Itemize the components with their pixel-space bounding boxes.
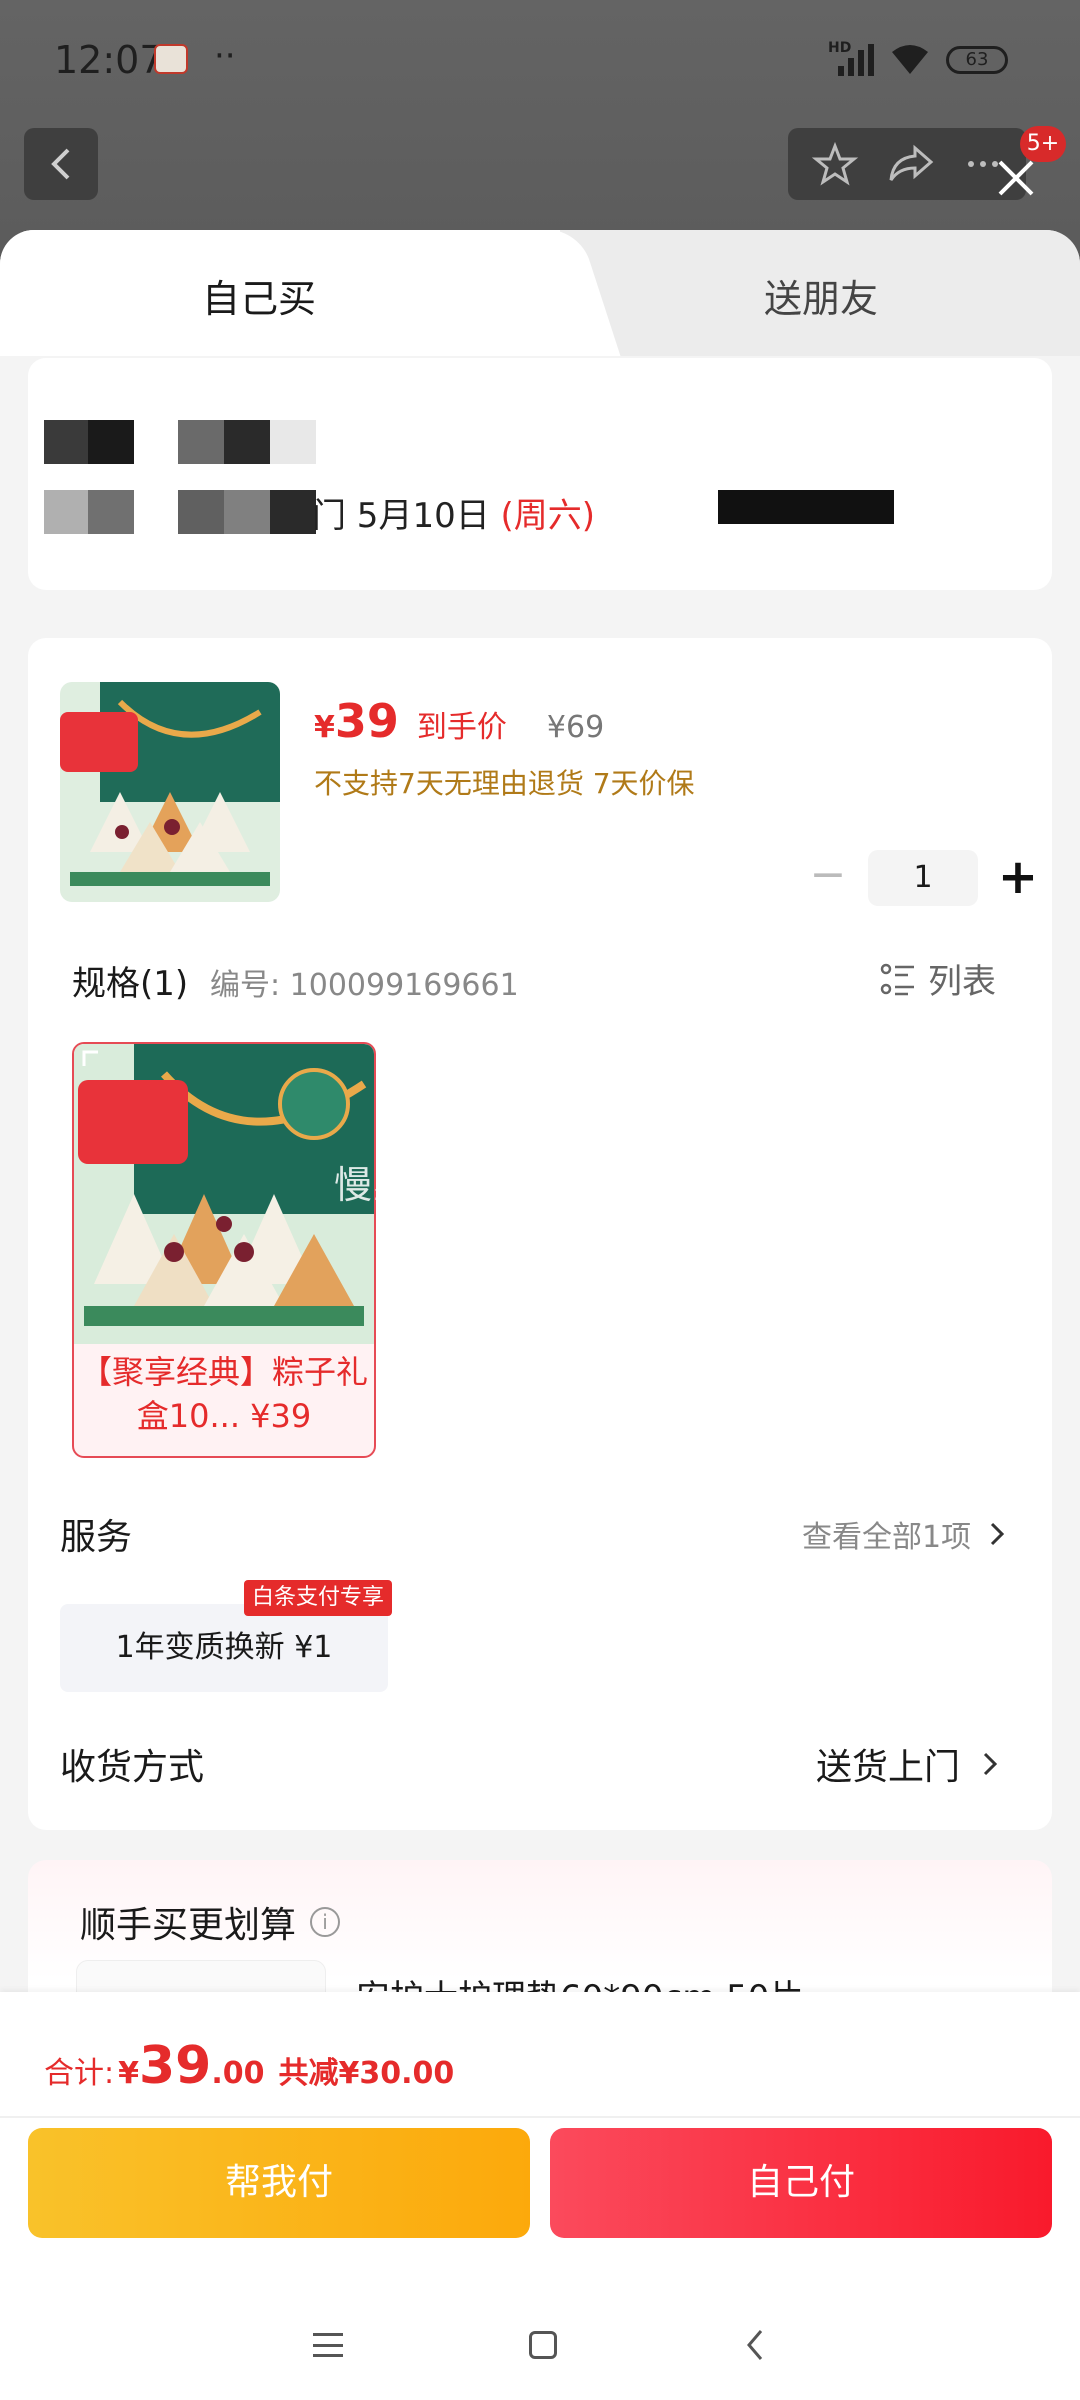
signal-icon: [838, 42, 878, 76]
total-discount: 共减¥30.00: [278, 2056, 455, 2091]
quantity-stepper: − 1 +: [798, 850, 1048, 906]
service-option-chip[interactable]: 1年变质换新 ¥1: [60, 1604, 388, 1692]
user-watermark: 慢星人6973761R1: [334, 1163, 680, 1207]
price-row: ¥ 39 到手价 ¥69: [314, 694, 604, 748]
ask-friend-pay-button[interactable]: 帮我付: [28, 2128, 530, 2238]
share-icon[interactable]: [885, 140, 937, 188]
increase-quantity-button[interactable]: +: [988, 850, 1048, 906]
product-card: ¥ 39 到手价 ¥69 不支持7天无理由退货 7天价保 − 1 + 规格(1)…: [28, 638, 1052, 1830]
list-view-label: 列表: [928, 962, 996, 1002]
back-button[interactable]: [24, 128, 98, 200]
home-icon[interactable]: [529, 2331, 557, 2359]
chevron-right-icon: [991, 1522, 1005, 1546]
status-bar: 12:07 ·· HD 63: [0, 0, 1080, 120]
sku-number: 编号: 100099169661: [210, 968, 519, 1003]
original-price: ¥69: [546, 710, 605, 745]
recent-apps-icon[interactable]: [313, 2333, 343, 2357]
quantity-input[interactable]: 1: [868, 850, 978, 906]
back-nav-icon[interactable]: [743, 2327, 767, 2363]
chevron-right-icon: [983, 1752, 998, 1776]
tab-buy-self[interactable]: 自己买: [202, 268, 316, 323]
upsell-title: 顺手买更划算 i: [80, 1896, 341, 1948]
sku-option-selected[interactable]: 【聚享经典】粽子礼盒10... ¥39: [72, 1042, 376, 1458]
product-image: [60, 682, 280, 902]
shipping-method-selector[interactable]: 送货上门: [816, 1738, 998, 1790]
return-policy-notice: 不支持7天无理由退货 7天价保: [314, 767, 695, 800]
service-title: 服务: [60, 1517, 133, 1558]
close-button[interactable]: [986, 148, 1046, 208]
list-view-toggle[interactable]: 列表: [880, 954, 996, 1003]
more-notifications-icon: ··: [214, 36, 236, 76]
tab-bar: 自己买 送朋友: [0, 230, 1080, 356]
service-promo-badge: 白条支付专享: [244, 1580, 393, 1616]
total-decimals: .00: [211, 2056, 265, 2091]
final-price-label: 到手价: [416, 710, 507, 745]
price-currency: ¥: [314, 710, 335, 745]
chevron-left-icon: [51, 148, 70, 180]
address-card[interactable]: 门 5月10日 (周六): [28, 358, 1052, 590]
status-time: 12:07: [54, 38, 164, 82]
spec-title: 规格(1): [72, 964, 189, 1004]
product-thumbnail[interactable]: [60, 682, 280, 902]
app-notification-icon: [154, 44, 188, 74]
total-amount: 39: [138, 2036, 212, 2096]
final-price: 39: [334, 694, 399, 748]
close-icon: [998, 160, 1034, 196]
system-nav-bar: [0, 2290, 1080, 2400]
pay-self-button[interactable]: 自己付: [550, 2128, 1052, 2238]
sku-image: [74, 1044, 374, 1344]
wifi-icon: [892, 45, 928, 74]
order-total: 合计: ¥ 39 .00 共减¥30.00: [44, 2036, 454, 2096]
tab-gift-friend[interactable]: 送朋友: [764, 268, 878, 323]
total-label: 合计:: [44, 2056, 115, 2091]
info-icon[interactable]: i: [310, 1907, 341, 1937]
view-all-services-link[interactable]: 查看全部1项: [802, 1512, 1005, 1556]
shipping-method-title: 收货方式: [60, 1747, 205, 1788]
favorite-star-icon[interactable]: [811, 140, 859, 188]
battery-icon: 63: [946, 46, 1008, 74]
list-view-icon: [880, 963, 914, 995]
sku-option-label: 【聚享经典】粽子礼盒10... ¥39: [79, 1353, 368, 1435]
decrease-quantity-button[interactable]: −: [798, 850, 858, 906]
total-currency: ¥: [118, 2056, 139, 2091]
delivery-date-text: 门 5月10日 (周六): [312, 496, 596, 536]
